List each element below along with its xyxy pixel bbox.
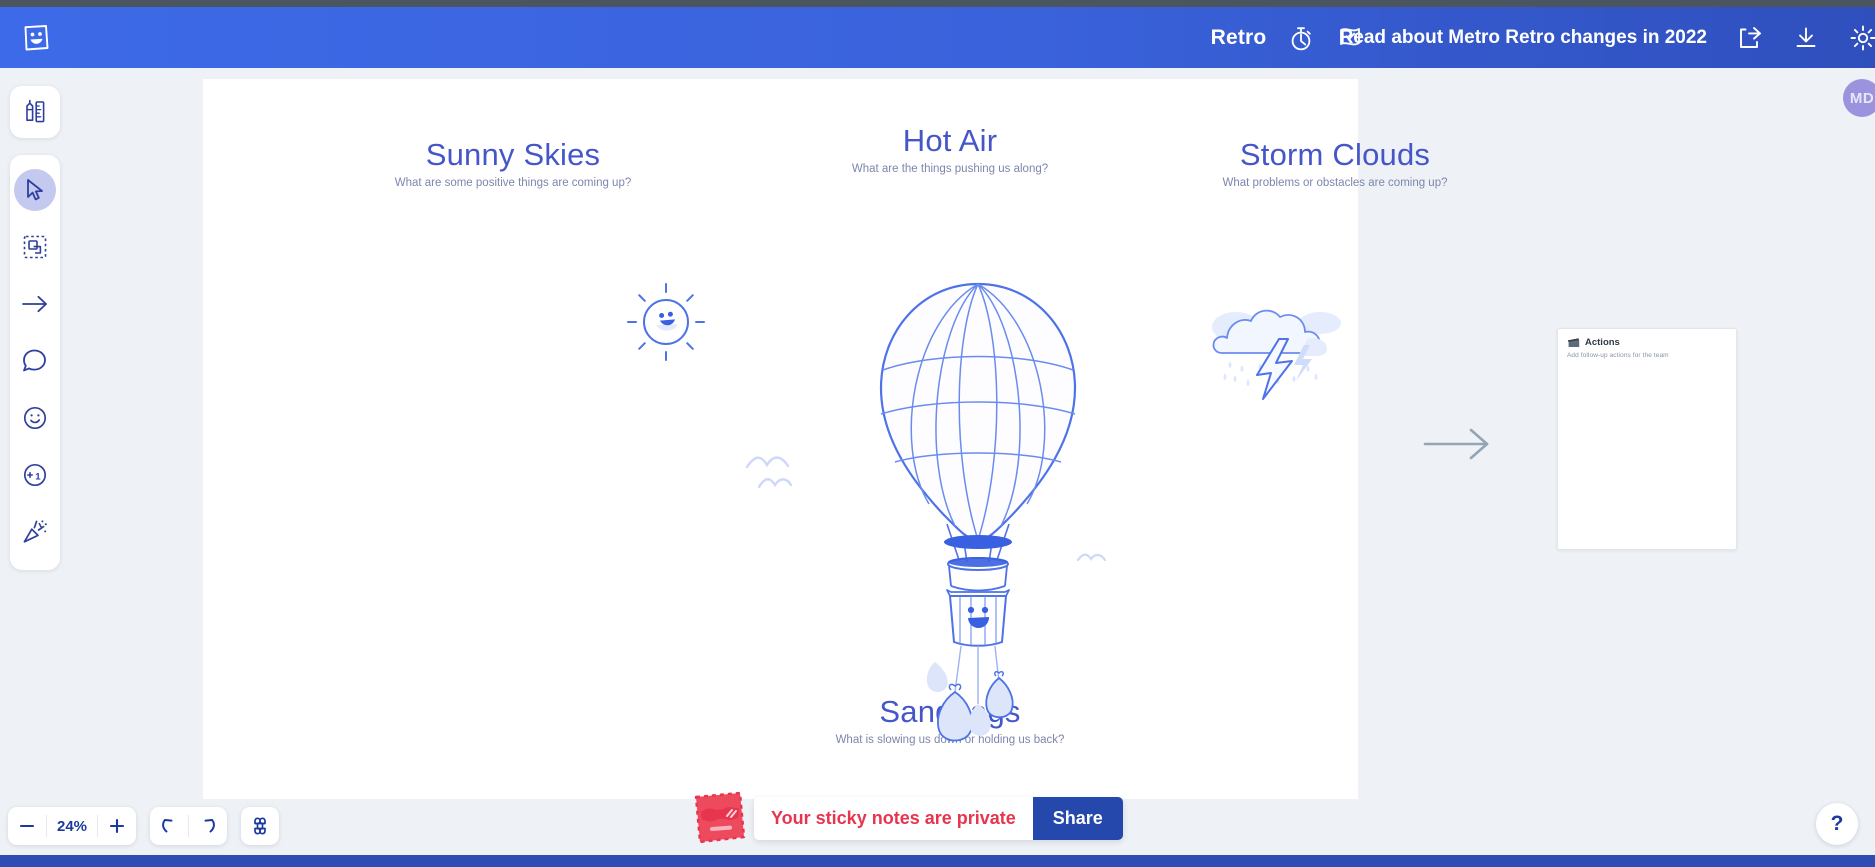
command-key-icon: [254, 817, 266, 835]
zoom-controls: 24%: [8, 807, 136, 845]
plus-icon: [109, 818, 125, 834]
privacy-notice: Your sticky notes are private Share: [688, 787, 1123, 849]
birds-icon: [1075, 549, 1111, 574]
column-prompt: What problems or obstacles are coming up…: [1222, 176, 1448, 189]
app-root: Retro Read about Metro Retro changes in …: [0, 0, 1875, 867]
column-storm-clouds[interactable]: Storm Clouds What problems or obstacles …: [1125, 137, 1545, 189]
download-icon[interactable]: [1793, 25, 1819, 51]
flow-arrow-to-actions: [1423, 427, 1493, 466]
minus-icon: [19, 824, 35, 828]
clapperboard-icon: [1567, 337, 1580, 347]
tool-marquee-select[interactable]: [13, 218, 57, 275]
actions-card-subtitle: Add follow-up actions for the team: [1567, 352, 1669, 359]
marquee-select-icon: [23, 235, 47, 258]
column-prompt: What are the things pushing us along?: [851, 162, 1049, 175]
share-export-icon[interactable]: [1737, 25, 1763, 51]
zoom-in-button[interactable]: [98, 807, 136, 845]
pen-ruler-icon: [26, 99, 45, 123]
svg-text:1: 1: [35, 471, 41, 482]
tool-vote-plus-one[interactable]: 1: [13, 446, 57, 503]
privacy-banner: Your sticky notes are private Share: [754, 796, 1123, 840]
retro-board-canvas[interactable]: Sunny Skies What are some positive thing…: [203, 79, 1448, 799]
birds-icon: [743, 447, 813, 502]
confetti-icon: [23, 519, 47, 543]
toolbar-group-tools: [10, 86, 60, 138]
zoom-toolbar: 24%: [8, 807, 279, 845]
bottom-accent-strip: [0, 855, 1875, 867]
tool-select-cursor[interactable]: [13, 161, 57, 218]
os-title-strip: [0, 0, 1875, 7]
keyboard-shortcuts-button[interactable]: [241, 807, 279, 845]
zoom-level-value[interactable]: 24%: [47, 807, 97, 845]
brand-logo-button[interactable]: [14, 16, 58, 60]
column-prompt: What is slowing us down or holding us ba…: [835, 733, 1065, 746]
redo-icon: [204, 819, 215, 833]
comment-icon: [23, 349, 46, 371]
tool-arrow[interactable]: [13, 275, 57, 332]
sticky-note-face-logo: [24, 24, 49, 50]
arrow-right-icon: [1423, 428, 1489, 460]
header-right-group: Read about Metro Retro changes in 2022: [1340, 7, 1875, 68]
tool-celebrate[interactable]: [13, 503, 57, 560]
history-controls: [150, 807, 227, 845]
arrow-icon: [22, 295, 47, 312]
sun-icon: [623, 279, 709, 370]
hot-air-balloon-illustration: [863, 274, 1093, 749]
plus-one-icon: 1: [23, 463, 47, 486]
redo-button[interactable]: [189, 807, 227, 845]
zoom-out-button[interactable]: [8, 807, 46, 845]
help-button[interactable]: ?: [1816, 803, 1858, 845]
column-title: Sandbags: [879, 694, 1021, 729]
avatar[interactable]: MD: [1843, 79, 1875, 117]
page-title: Retro: [1210, 25, 1267, 49]
column-title: Sunny Skies: [425, 137, 601, 172]
emoji-icon: [23, 406, 47, 429]
actions-card-title: Actions: [1585, 337, 1620, 348]
shortcuts-control: [241, 807, 279, 845]
gear-icon[interactable]: [1849, 24, 1875, 52]
actions-card[interactable]: Actions Add follow-up actions for the te…: [1557, 328, 1737, 550]
column-prompt: What are some positive things are coming…: [394, 176, 632, 189]
undo-icon: [162, 819, 173, 833]
column-sunny-skies[interactable]: Sunny Skies What are some positive thing…: [303, 137, 723, 189]
privacy-message: Your sticky notes are private: [754, 796, 1033, 840]
tool-reaction[interactable]: [13, 389, 57, 446]
column-title: Hot Air: [902, 123, 998, 158]
share-button[interactable]: Share: [1032, 796, 1123, 840]
sticky-note-sunglasses-face: [694, 791, 746, 844]
undo-button[interactable]: [150, 807, 188, 845]
tool-pen-ruler[interactable]: [13, 86, 57, 138]
toolbar-group-actions: 1: [10, 155, 60, 570]
actions-card-header: Actions: [1567, 337, 1727, 348]
column-hot-air[interactable]: Hot Air What are the things pushing us a…: [740, 123, 1160, 175]
column-title: Storm Clouds: [1239, 137, 1431, 172]
app-header: Retro Read about Metro Retro changes in …: [0, 7, 1875, 68]
column-sandbags[interactable]: Sandbags What is slowing us down or hold…: [740, 694, 1160, 746]
tool-comment[interactable]: [13, 332, 57, 389]
cursor-icon: [27, 178, 43, 200]
storm-cloud-icon: [1208, 299, 1343, 409]
promo-link[interactable]: Read about Metro Retro changes in 2022: [1340, 27, 1707, 49]
stopwatch-icon[interactable]: [1288, 24, 1314, 52]
